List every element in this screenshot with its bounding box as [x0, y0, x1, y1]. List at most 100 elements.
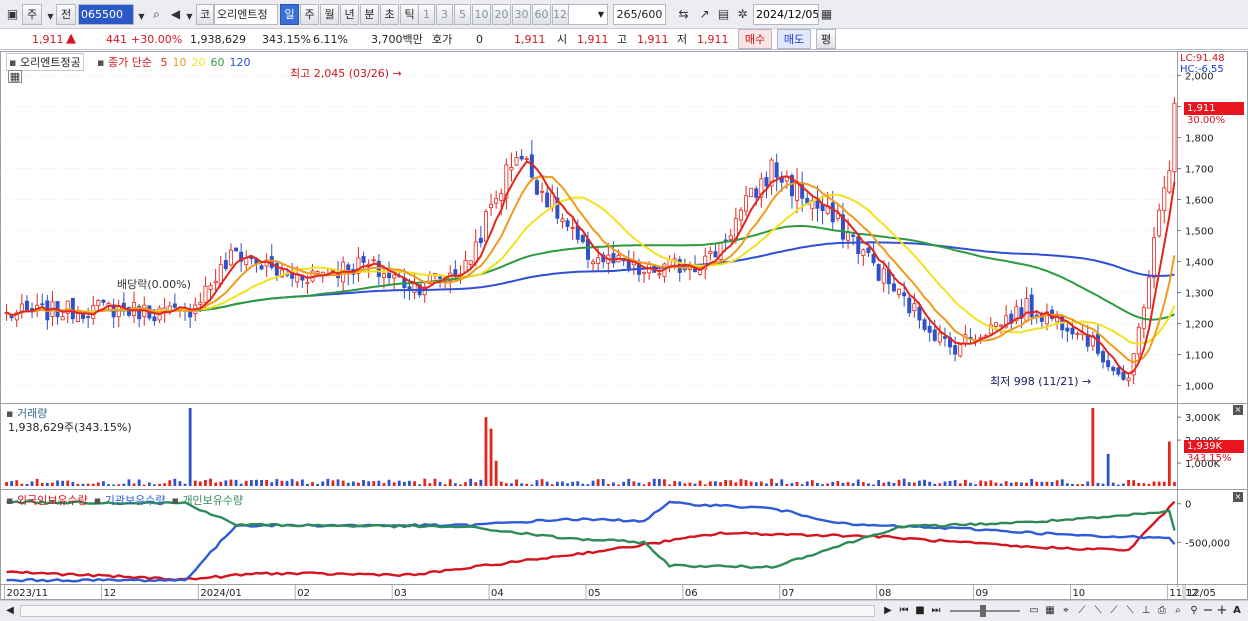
period-button[interactable]: 분 — [360, 4, 379, 25]
holding-series-0[interactable]: 외국인보유수량 — [17, 494, 88, 507]
volume-bar — [25, 483, 29, 486]
volume-bar — [912, 482, 916, 486]
print-icon[interactable]: ⎙ — [1154, 603, 1170, 619]
volume-bar — [280, 480, 284, 486]
period-button[interactable]: 일 — [280, 4, 299, 25]
candle-body — [596, 257, 601, 264]
rewind-icon[interactable]: ⏮ — [896, 603, 912, 619]
scroll-right-icon[interactable]: ▶ — [880, 603, 896, 619]
scroll-left-icon[interactable]: ◀ — [2, 603, 18, 619]
period-button[interactable]: 월 — [320, 4, 339, 25]
data-count-field[interactable]: 265/600 — [613, 4, 666, 25]
volume-bar — [1035, 481, 1039, 486]
forward-icon[interactable]: ⏭ — [928, 603, 944, 619]
company-button[interactable]: 코 — [196, 4, 214, 25]
company-name-field[interactable]: 오리엔트정 — [214, 4, 278, 25]
volume-bar — [1065, 483, 1069, 486]
table-toggle-icon[interactable]: ▦ — [8, 70, 22, 83]
volume-bar — [270, 482, 274, 486]
prev-button[interactable]: 전 — [56, 4, 76, 25]
volume-bar — [484, 417, 488, 486]
draw-tool-icon[interactable]: ↗ — [696, 6, 713, 23]
ma-legend[interactable]: ▪ 종가 단순 5 10 20 60 120 — [97, 54, 250, 70]
volume-bar — [525, 483, 529, 486]
volume-bar — [826, 483, 830, 486]
high-note: 최고 2,045 (03/26) — [290, 67, 390, 80]
up-arrow-icon: ▲ — [66, 31, 76, 46]
save-icon[interactable]: ▤ — [715, 6, 732, 23]
holding-series-2[interactable]: 개인보유수량 — [182, 494, 243, 507]
minute-preset-button[interactable]: 30 — [512, 4, 531, 25]
period-button[interactable]: 틱 — [400, 4, 419, 25]
volume-bar — [51, 482, 54, 486]
close-icon[interactable]: × — [1233, 405, 1243, 415]
calendar-icon[interactable]: ▦ — [818, 6, 835, 23]
candle-body — [96, 300, 101, 306]
period-button[interactable]: 주 — [300, 4, 319, 25]
market-select[interactable]: 주 — [22, 4, 42, 25]
minute-preset-button[interactable]: 3 — [436, 4, 453, 25]
minute-preset-button[interactable]: 20 — [492, 4, 511, 25]
minute-preset-button[interactable]: 60 — [532, 4, 551, 25]
plus-icon[interactable]: + — [1214, 603, 1230, 619]
stock-code-input[interactable] — [78, 4, 134, 25]
crosshair-icon[interactable]: ⌖ — [1058, 603, 1074, 619]
holding-series-1[interactable]: 기관보유수량 — [105, 494, 166, 507]
measure-icon[interactable]: ⊥ — [1138, 603, 1154, 619]
close-icon[interactable]: × — [1233, 492, 1243, 502]
layout-icon[interactable]: ▭ — [1026, 603, 1042, 619]
volume-bar — [173, 478, 177, 486]
trend-icon[interactable]: ⟍ — [1090, 603, 1106, 619]
minute-preset-button[interactable]: 1 — [418, 4, 435, 25]
date-input[interactable] — [753, 4, 819, 25]
volume-bar — [566, 483, 569, 486]
candle-body — [1157, 209, 1162, 237]
eval-button[interactable]: 평 — [816, 29, 836, 49]
minute-preset-button[interactable]: 5 — [454, 4, 471, 25]
buy-button[interactable]: 매수 — [738, 29, 772, 49]
volume-bar — [902, 478, 906, 486]
volume-bar — [963, 479, 967, 486]
volume-bar — [15, 480, 19, 486]
volume-bar — [754, 482, 758, 486]
trend-icon[interactable]: ⟋ — [1106, 603, 1122, 619]
ma-period-5[interactable]: 5 — [160, 56, 167, 69]
bottom-toolbar: ◀ ▶ ⏮ ■ ⏭ ▭ ▦ ⌖ ⟋ ⟍ ⟋ ⟍ ⊥ ⎙ ⌕ ⚲ − + A — [0, 600, 1248, 621]
volume-bar — [387, 479, 391, 486]
candle-body — [213, 280, 218, 284]
search-icon[interactable]: ⌕ — [148, 6, 165, 23]
holding-legend[interactable]: ▪ 외국인보유수량 ▪ 기관보유수량 ▪ 개인보유수량 — [6, 492, 249, 508]
volume-bar — [448, 479, 452, 486]
volume-bar — [601, 478, 605, 486]
period-button[interactable]: 초 — [380, 4, 399, 25]
volume-bar — [453, 483, 457, 486]
tools-icon[interactable]: ⌕ — [1170, 603, 1186, 619]
volume-bar — [688, 482, 692, 486]
volume-bar — [872, 484, 875, 486]
zoom-slider-handle[interactable] — [980, 605, 986, 617]
split-icon[interactable]: ⇆ — [675, 6, 692, 23]
x-axis-label: 06 — [685, 588, 698, 599]
ma-period-10[interactable]: 10 — [172, 56, 186, 69]
volume-bar — [831, 481, 835, 486]
stop-icon[interactable]: ■ — [912, 603, 928, 619]
grid-icon[interactable]: ▦ — [1042, 603, 1058, 619]
minute-preset-button[interactable]: 10 — [472, 4, 491, 25]
sell-button[interactable]: 매도 — [777, 29, 811, 49]
font-icon[interactable]: A — [1229, 603, 1245, 619]
chart-area[interactable]: 2,0001,9001,8001,7001,6001,5001,4001,300… — [0, 51, 1248, 600]
trend-icon[interactable]: ⟍ — [1122, 603, 1138, 619]
chart-canvas[interactable]: 2,0001,9001,8001,7001,6001,5001,4001,300… — [0, 51, 1248, 600]
period-button[interactable]: 년 — [340, 4, 359, 25]
ma-period-60[interactable]: 60 — [210, 56, 224, 69]
candle-body — [540, 190, 545, 193]
ma-period-20[interactable]: 20 — [191, 56, 205, 69]
horizontal-scrollbar[interactable] — [20, 605, 875, 617]
gear-icon[interactable]: ✲ — [734, 6, 751, 23]
volume-bar — [836, 480, 840, 486]
volume-bar — [861, 482, 865, 486]
window-menu-icon[interactable]: ▣ — [4, 6, 21, 23]
preset-select[interactable]: ▼ — [568, 4, 608, 25]
trend-icon[interactable]: ⟋ — [1074, 603, 1090, 619]
ma-period-120[interactable]: 120 — [229, 56, 250, 69]
